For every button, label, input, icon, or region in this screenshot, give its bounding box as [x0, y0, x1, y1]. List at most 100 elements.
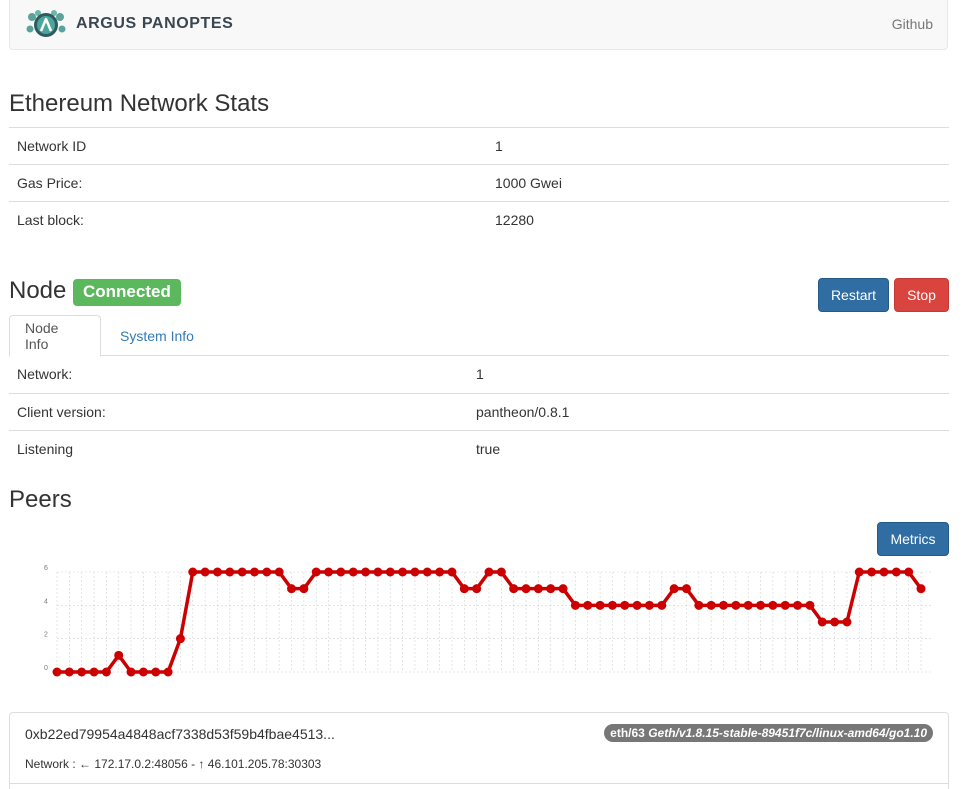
data-point — [398, 567, 408, 577]
data-point — [743, 600, 753, 610]
tab-node-info[interactable]: Node Info — [9, 315, 101, 357]
data-point — [52, 667, 62, 677]
data-point — [77, 667, 87, 677]
data-point — [459, 584, 469, 594]
data-point — [163, 667, 173, 677]
row-value: 1 — [476, 366, 484, 383]
data-point — [607, 600, 617, 610]
row-value: 12280 — [487, 201, 949, 239]
data-point — [756, 600, 766, 610]
data-point — [731, 600, 741, 610]
data-point — [768, 600, 778, 610]
data-point — [422, 567, 432, 577]
row-value: pantheon/0.8.1 — [468, 392, 949, 430]
tab-system-info[interactable]: System Info — [105, 315, 209, 356]
data-point — [904, 567, 914, 577]
data-point — [237, 567, 247, 577]
brand-name: ARGUS PANOPTES — [76, 15, 234, 32]
restart-button[interactable]: Restart — [818, 278, 889, 312]
navbar: ARGUS PANOPTES Github — [9, 0, 948, 50]
data-point — [583, 600, 593, 610]
peer-id[interactable]: 0xb22ed79954a4848acf7338d53f59b4fbae4513… — [25, 726, 335, 742]
data-point — [595, 600, 605, 610]
brand-logo-link[interactable]: ARGUS PANOPTES — [24, 9, 233, 39]
data-point — [101, 667, 111, 677]
data-point — [311, 567, 321, 577]
data-point — [188, 567, 198, 577]
data-point — [558, 584, 568, 594]
y-tick-label: 6 — [44, 565, 48, 572]
data-point — [64, 667, 74, 677]
row-label: Client version: — [9, 392, 468, 430]
table-row: Client version: pantheon/0.8.1 — [9, 392, 949, 430]
data-point — [657, 600, 667, 610]
data-point — [225, 567, 235, 577]
y-tick-label: 2 — [44, 632, 48, 639]
data-point — [89, 667, 99, 677]
data-point — [373, 567, 383, 577]
divider — [10, 783, 948, 784]
row-label: Listening — [9, 429, 468, 467]
data-point — [891, 567, 901, 577]
data-point — [435, 567, 445, 577]
data-point — [570, 600, 580, 610]
peer-protocol: eth/63 — [610, 726, 645, 740]
data-point — [793, 600, 803, 610]
data-point — [805, 600, 815, 610]
data-point — [175, 634, 185, 644]
data-point — [533, 584, 543, 594]
data-point — [336, 567, 346, 577]
data-point — [496, 567, 506, 577]
table-row: Network ID 1 — [9, 127, 949, 165]
row-value: 1000 Gwei — [487, 164, 949, 202]
data-point — [694, 600, 704, 610]
stop-button[interactable]: Stop — [894, 278, 949, 312]
peer-client: Geth/v1.8.15-stable-89451f7c/linux-amd64… — [648, 726, 927, 740]
data-point — [274, 567, 284, 577]
network-stats-title: Ethereum Network Stats — [9, 90, 270, 117]
data-point — [385, 567, 395, 577]
data-point — [200, 567, 210, 577]
data-point — [620, 600, 630, 610]
data-point — [212, 567, 222, 577]
table-row: Network: 1 — [9, 356, 949, 393]
row-label: Network: — [17, 366, 73, 383]
data-point — [299, 584, 309, 594]
data-point — [644, 600, 654, 610]
data-point — [151, 667, 161, 677]
data-point — [681, 584, 691, 594]
data-point — [484, 567, 494, 577]
data-point — [138, 667, 148, 677]
github-link[interactable]: Github — [892, 16, 933, 32]
data-point — [842, 617, 852, 627]
data-point — [114, 650, 124, 660]
node-tabs: Node Info System Info — [9, 315, 949, 357]
y-tick-label: 0 — [44, 665, 48, 672]
data-point — [706, 600, 716, 610]
y-tick-label: 4 — [44, 598, 48, 605]
data-point — [669, 584, 679, 594]
data-point — [867, 567, 877, 577]
peers-chart: 0 2 4 6 — [44, 565, 933, 677]
data-point — [447, 567, 457, 577]
network-stats-table: Network ID 1 Gas Price: 1000 Gwei Last b… — [9, 127, 949, 239]
table-row: Last block: 12280 — [9, 201, 949, 239]
row-label: Gas Price: — [9, 164, 487, 202]
data-point — [262, 567, 272, 577]
data-point — [126, 667, 136, 677]
data-point — [249, 567, 259, 577]
data-point — [632, 600, 642, 610]
node-title: Node — [9, 277, 67, 304]
data-point — [854, 567, 864, 577]
data-point — [817, 617, 827, 627]
data-point — [410, 567, 420, 577]
node-info-table: Network: 1 Client version: pantheon/0.8.… — [9, 356, 949, 467]
data-point — [879, 567, 889, 577]
data-point — [830, 617, 840, 627]
table-row: Listening true — [9, 429, 949, 467]
data-point — [509, 584, 519, 594]
metrics-button[interactable]: Metrics — [877, 522, 949, 556]
data-point — [348, 567, 358, 577]
row-value: 1 — [487, 127, 949, 165]
row-label: Network ID — [9, 127, 487, 165]
